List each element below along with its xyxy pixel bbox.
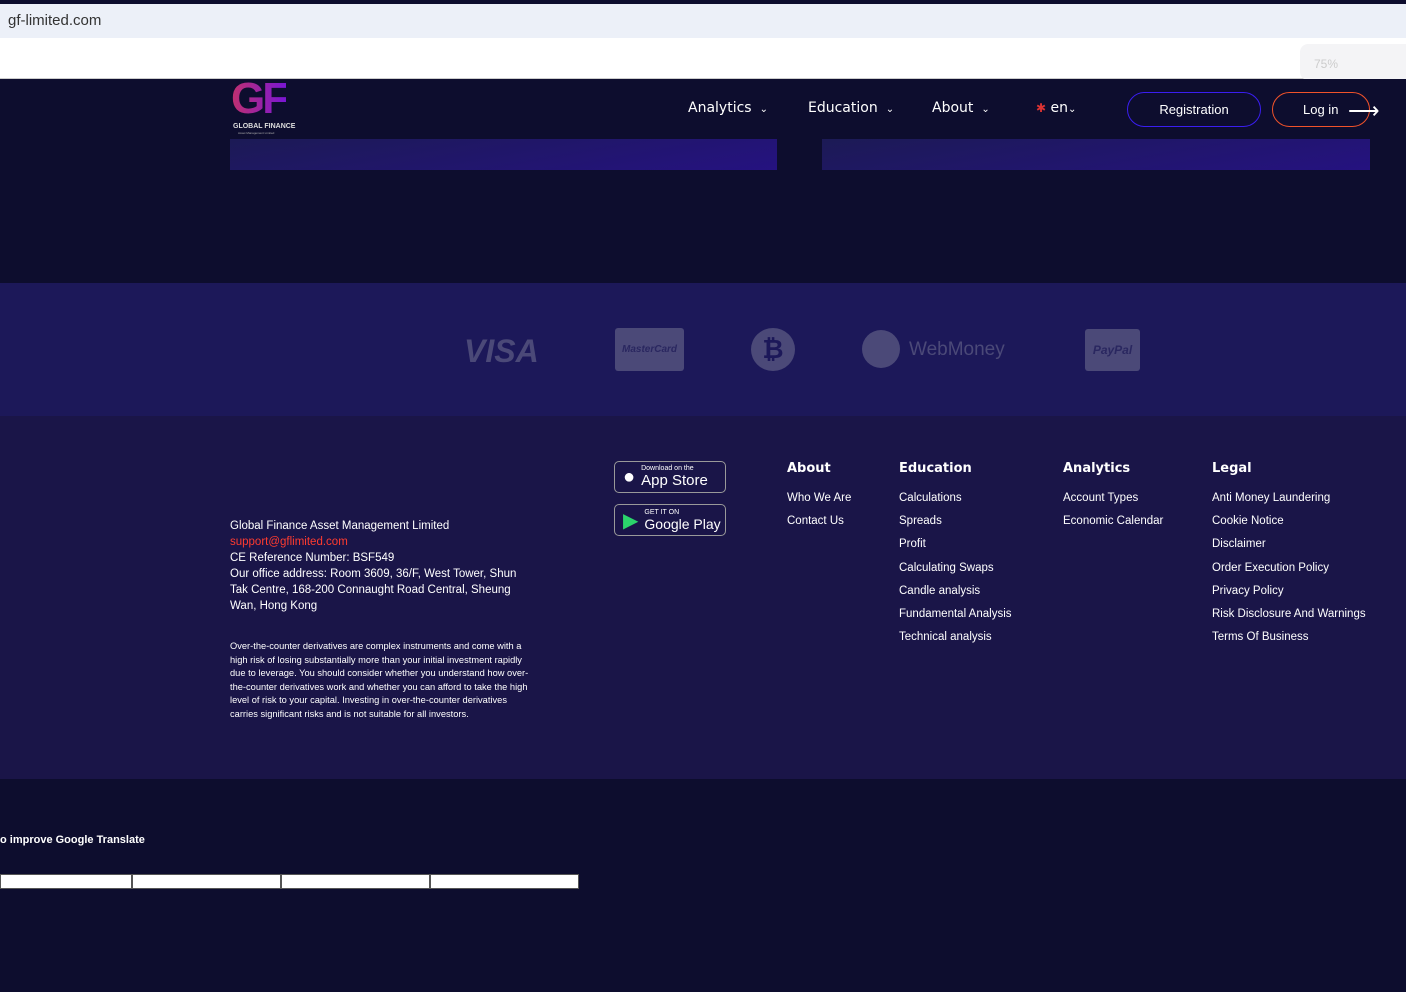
company-info: Global Finance Asset Management Limited …	[230, 518, 530, 614]
arrow-right-icon: ⟶	[1348, 98, 1380, 123]
footer-link[interactable]: Contact Us	[787, 510, 851, 533]
ce-reference: CE Reference Number: BSF549	[230, 552, 395, 564]
footer-heading-legal: Legal	[1212, 461, 1252, 476]
translate-input[interactable]	[0, 874, 132, 889]
bitcoin-icon: ₿	[751, 328, 795, 371]
nav-label: Analytics	[688, 100, 752, 116]
footer-link[interactable]: Account Types	[1063, 487, 1163, 510]
chevron-down-icon: ⌄	[981, 104, 990, 115]
promo-banner[interactable]	[822, 139, 1370, 170]
translate-input[interactable]	[132, 874, 281, 889]
nav-label: Education	[808, 100, 878, 116]
footer-link[interactable]: Spreads	[899, 510, 1012, 533]
store-big: Google Play	[644, 515, 721, 532]
footer-link[interactable]: Anti Money Laundering	[1212, 487, 1366, 510]
footer-link[interactable]: Risk Disclosure And Warnings	[1212, 603, 1366, 626]
footer-link[interactable]: Disclaimer	[1212, 533, 1366, 556]
promo-banner[interactable]	[230, 139, 777, 170]
google-play-icon: ▶	[623, 509, 639, 532]
footer-link[interactable]: Candle analysis	[899, 580, 1012, 603]
footer-link[interactable]: Economic Calendar	[1063, 510, 1163, 533]
login-label: Log in	[1303, 102, 1339, 117]
chevron-down-icon: ⌄	[759, 104, 768, 115]
logo-mark[interactable]: GF	[231, 74, 289, 124]
nav-about[interactable]: About ⌄	[932, 100, 990, 116]
language-selector[interactable]: ✱ en⌄	[1036, 100, 1076, 116]
registration-button[interactable]: Registration	[1127, 92, 1261, 127]
translate-feedback-text: o improve Google Translate	[0, 834, 145, 846]
payment-methods	[0, 283, 1406, 416]
address-bar[interactable]: gf-limited.com	[0, 4, 1406, 38]
footer-link[interactable]: Calculations	[899, 487, 1012, 510]
webmoney-icon	[862, 330, 900, 368]
office-address: Our office address: Room 3609, 36/F, Wes…	[230, 568, 517, 612]
store-big: App Store	[641, 472, 708, 489]
translate-input[interactable]	[281, 874, 430, 889]
footer-link[interactable]: Profit	[899, 533, 1012, 556]
footer-link[interactable]: Fundamental Analysis	[899, 603, 1012, 626]
footer-link[interactable]: Who We Are	[787, 487, 851, 510]
support-email[interactable]: support@gflimited.com	[230, 534, 530, 550]
footer-link[interactable]: Calculating Swaps	[899, 557, 1012, 580]
zoom-indicator: 75%	[1300, 44, 1406, 80]
nav-analytics[interactable]: Analytics ⌄	[688, 100, 768, 116]
footer-links-analytics: Account Types Economic Calendar	[1063, 487, 1163, 533]
browser-toolbar	[0, 38, 1406, 79]
chevron-down-icon: ⌄	[885, 104, 895, 115]
nav-education[interactable]: Education ⌄	[808, 100, 894, 116]
chevron-down-icon: ⌄	[1068, 104, 1077, 115]
google-play-button[interactable]: ▶ GET IT ON Google Play	[614, 504, 726, 536]
footer-link[interactable]: Technical analysis	[899, 626, 1012, 649]
webmoney-logo: WebMoney	[909, 339, 1005, 360]
footer-links-education: Calculations Spreads Profit Calculating …	[899, 487, 1012, 649]
apple-icon: ●	[623, 465, 636, 488]
footer-link[interactable]: Terms Of Business	[1212, 626, 1366, 649]
footer-heading-analytics: Analytics	[1063, 461, 1131, 476]
footer-links-about: Who We Are Contact Us	[787, 487, 851, 533]
visa-logo: VISA	[464, 333, 539, 369]
company-name: Global Finance Asset Management Limited	[230, 520, 450, 532]
footer-link[interactable]: Cookie Notice	[1212, 510, 1366, 533]
store-small: Download on the	[641, 465, 694, 472]
app-store-button[interactable]: ● Download on the App Store	[614, 461, 726, 493]
nav-label: About	[932, 100, 974, 116]
paypal-text: PayPal	[1092, 343, 1133, 357]
risk-warning: Over-the-counter derivatives are complex…	[230, 641, 529, 719]
language-label: en	[1050, 100, 1069, 116]
store-small: GET IT ON	[644, 508, 680, 516]
mastercard-logo: MasterCard	[615, 328, 684, 371]
uk-flag-icon: ✱	[1036, 101, 1047, 115]
logo-subtitle: Asset Management Limited	[238, 131, 275, 135]
footer-link[interactable]: Privacy Policy	[1212, 580, 1366, 603]
footer-link[interactable]: Order Execution Policy	[1212, 557, 1366, 580]
url-text: gf-limited.com	[8, 12, 102, 29]
paypal-logo: PayPal	[1085, 329, 1140, 371]
footer-heading-about: About	[787, 461, 831, 476]
footer-heading-education: Education	[899, 461, 972, 476]
translate-input[interactable]	[430, 874, 579, 889]
logo-name: GLOBAL FINANCE	[233, 123, 296, 130]
footer-links-legal: Anti Money Laundering Cookie Notice Disc…	[1212, 487, 1366, 649]
mastercard-text: MasterCard	[621, 344, 678, 355]
